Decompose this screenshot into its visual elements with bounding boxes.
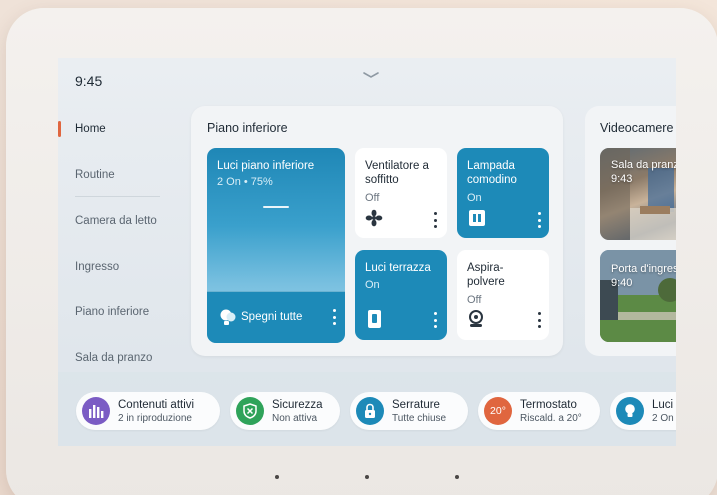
- pill-contenuti-attivi[interactable]: Contenuti attivi 2 in riproduzione: [76, 392, 220, 430]
- tile-name-line1: Ventilatore a: [365, 160, 429, 172]
- camera-time: 9:40: [611, 277, 633, 289]
- tile-state: Off: [467, 294, 482, 306]
- quick-actions-dock: Contenuti attivi 2 in riproduzione Sicur…: [58, 372, 676, 446]
- pill-subtitle: Non attiva: [272, 413, 318, 424]
- lock-icon: [356, 397, 384, 425]
- sidebar-item-piano-inferiore[interactable]: Piano inferiore: [75, 306, 149, 318]
- fan-icon: [365, 209, 383, 227]
- pill-termostato[interactable]: 20° Termostato Riscald. a 20°: [478, 392, 600, 430]
- group-light-footer: Spegni tutte: [207, 291, 345, 343]
- camera-feed-porta-ingresso[interactable]: Porta d'ingresso 9:40: [600, 250, 676, 342]
- camera-feed-sala-da-pranzo[interactable]: Sala da pranzo 9:43: [600, 148, 676, 240]
- turn-off-all-button[interactable]: Spegni tutte: [241, 311, 302, 323]
- room-panel: Piano inferiore Luci piano inferiore 2 O…: [191, 106, 563, 356]
- tile-name: Lampada comodino: [467, 159, 517, 187]
- sidebar-item-home[interactable]: Home: [75, 123, 106, 135]
- pill-subtitle: 2 On: [652, 413, 674, 424]
- tile-name-line2: comodino: [467, 174, 517, 186]
- equalizer-icon: [82, 397, 110, 425]
- sidebar-item-ingresso[interactable]: Ingresso: [75, 261, 119, 273]
- tile-aspirapolvere[interactable]: Aspira- polvere Off: [457, 250, 549, 340]
- camera-name: Sala da pranzo: [611, 159, 676, 171]
- camera-name: Porta d'ingresso: [611, 263, 676, 275]
- pill-serrature[interactable]: Serrature Tutte chiuse: [350, 392, 468, 430]
- chevron-down-icon[interactable]: [362, 71, 380, 79]
- sidebar-item-routine[interactable]: Routine: [75, 169, 115, 181]
- cameras-panel: Videocamere Sala da pranzo 9:43 Porta d'…: [585, 106, 676, 356]
- screen: 9:45 Home Routine Camera da letto Ingres…: [58, 58, 676, 446]
- more-icon[interactable]: [537, 312, 541, 328]
- active-indicator: [58, 121, 61, 137]
- tile-name: Luci terrazza: [365, 262, 431, 274]
- tile-ventilatore[interactable]: Ventilatore a soffitto Off: [355, 148, 447, 238]
- pill-sicurezza[interactable]: Sicurezza Non attiva: [230, 392, 340, 430]
- vacuum-icon: [469, 310, 483, 327]
- pill-subtitle: Tutte chiuse: [392, 413, 447, 424]
- sidebar-item-camera-da-letto[interactable]: Camera da letto: [75, 215, 157, 227]
- pill-title: Contenuti attivi: [118, 399, 195, 411]
- bulbs-icon: [220, 309, 236, 325]
- tile-name: Ventilatore a soffitto: [365, 159, 429, 187]
- sidebar-divider: [75, 196, 160, 197]
- pill-luci[interactable]: Luci 2 On: [610, 392, 676, 430]
- pill-subtitle: 2 in riproduzione: [118, 413, 192, 424]
- pill-title: Termostato: [520, 399, 577, 411]
- more-icon[interactable]: [332, 309, 336, 325]
- tile-state: Off: [365, 192, 380, 204]
- cameras-title: Videocamere: [600, 121, 674, 135]
- device-dot: [275, 475, 279, 479]
- tile-name-line1: Aspira-: [467, 262, 504, 274]
- thermostat-icon: 20°: [484, 397, 512, 425]
- sidebar-item-sala-da-pranzo[interactable]: Sala da pranzo: [75, 352, 152, 364]
- camera-time: 9:43: [611, 173, 633, 185]
- tile-name-line1: Lampada: [467, 160, 515, 172]
- device-dot: [365, 475, 369, 479]
- group-light-name: Luci piano inferiore: [217, 160, 315, 172]
- tile-state: On: [467, 192, 482, 204]
- more-icon[interactable]: [433, 312, 437, 328]
- tile-name-line2: polvere: [467, 276, 505, 288]
- more-icon[interactable]: [537, 212, 541, 228]
- tile-lampada-comodino[interactable]: Lampada comodino On: [457, 148, 549, 238]
- pill-title: Sicurezza: [272, 399, 323, 411]
- lamp-icon: [469, 210, 485, 226]
- switch-icon: [368, 310, 381, 328]
- tile-state: On: [365, 279, 380, 291]
- group-light-tile[interactable]: Luci piano inferiore 2 On • 75% Spegni t…: [207, 148, 345, 343]
- shield-icon: [236, 397, 264, 425]
- tile-name: Aspira- polvere: [467, 261, 505, 289]
- pill-title: Luci: [652, 399, 674, 411]
- brightness-handle[interactable]: [263, 206, 289, 208]
- clock: 9:45: [75, 73, 103, 89]
- tile-luci-terrazza[interactable]: Luci terrazza On: [355, 250, 447, 340]
- device-dot: [455, 475, 459, 479]
- more-icon[interactable]: [433, 212, 437, 228]
- panel-title: Piano inferiore: [207, 121, 288, 135]
- group-light-state: 2 On • 75%: [217, 176, 273, 188]
- pill-title: Serrature: [392, 399, 440, 411]
- pill-subtitle: Riscald. a 20°: [520, 413, 582, 424]
- bulb-icon: [616, 397, 644, 425]
- tile-name-line2: soffitto: [365, 174, 399, 186]
